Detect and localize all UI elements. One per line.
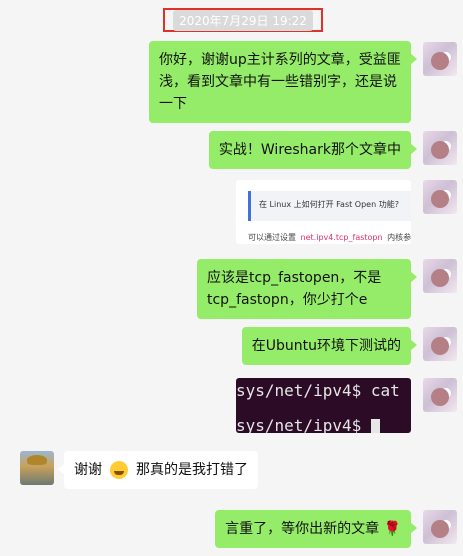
message-text: 应该是tcp_fastopen，不是tcp_fastopn，你少打个e: [207, 270, 382, 308]
terminal-cursor: [370, 418, 380, 433]
contact-avatar[interactable]: [20, 451, 54, 485]
my-avatar[interactable]: [423, 327, 457, 361]
message-text: 那真的是我打错了: [136, 462, 248, 478]
quote-block: 在 Linux 上如何打开 Fast Open 功能?: [248, 191, 411, 221]
message-bubble[interactable]: 你好，谢谢up主计系列的文章，受益匪浅，看到文章中有一些错别字，还是说一下: [149, 41, 417, 123]
terminal-line: sys/net/ipv4$ cat: [236, 381, 400, 400]
message-text: 在Ubuntu环境下测试的: [251, 338, 401, 354]
card-footer-code: net.ipv4.tcp_fastopn: [300, 233, 383, 242]
my-avatar[interactable]: [423, 510, 457, 544]
message-bubble[interactable]: 应该是tcp_fastopen，不是tcp_fastopn，你少打个e: [197, 259, 417, 319]
image-message-screenshot[interactable]: 在 Linux 上如何打开 Fast Open 功能? 可以通过设置 net.i…: [236, 180, 411, 244]
terminal-prompt: sys/net/ipv4$: [236, 416, 371, 433]
card-footer-prefix: 可以通过设置: [248, 233, 296, 242]
message-bubble[interactable]: 谢谢 那真的是我打错了: [58, 451, 258, 489]
quote-text: 在 Linux 上如何打开 Fast Open 功能?: [259, 200, 399, 209]
my-avatar[interactable]: [423, 259, 457, 293]
my-avatar[interactable]: [423, 131, 457, 165]
my-avatar[interactable]: [423, 180, 457, 214]
my-avatar[interactable]: [423, 378, 457, 412]
message-bubble[interactable]: 言重了，等你出新的文章 🌹: [215, 510, 417, 548]
laughing-emoji-icon: [110, 461, 128, 479]
image-message-terminal[interactable]: sys/net/ipv4$ cat sys/net/ipv4$: [236, 378, 411, 433]
timestamp-highlight: 2020年7月29日 19:22: [163, 8, 323, 32]
message-text: 谢谢: [74, 462, 102, 478]
my-avatar[interactable]: [423, 42, 457, 76]
timestamp: 2020年7月29日 19:22: [173, 9, 313, 31]
message-bubble[interactable]: 在Ubuntu环境下测试的: [241, 327, 418, 365]
message-text: 言重了，等你出新的文章 🌹: [225, 521, 401, 537]
card-footer-suffix: 内核参数,: [387, 233, 411, 242]
card-footer: 可以通过设置 net.ipv4.tcp_fastopn 内核参数,: [248, 232, 411, 243]
terminal-line: sys/net/ipv4$: [236, 416, 380, 433]
message-text: 你好，谢谢up主计系列的文章，受益匪浅，看到文章中有一些错别字，还是说一下: [159, 52, 401, 112]
message-text: 实战！Wireshark那个文章中: [218, 142, 401, 158]
message-bubble[interactable]: 实战！Wireshark那个文章中: [208, 131, 418, 169]
